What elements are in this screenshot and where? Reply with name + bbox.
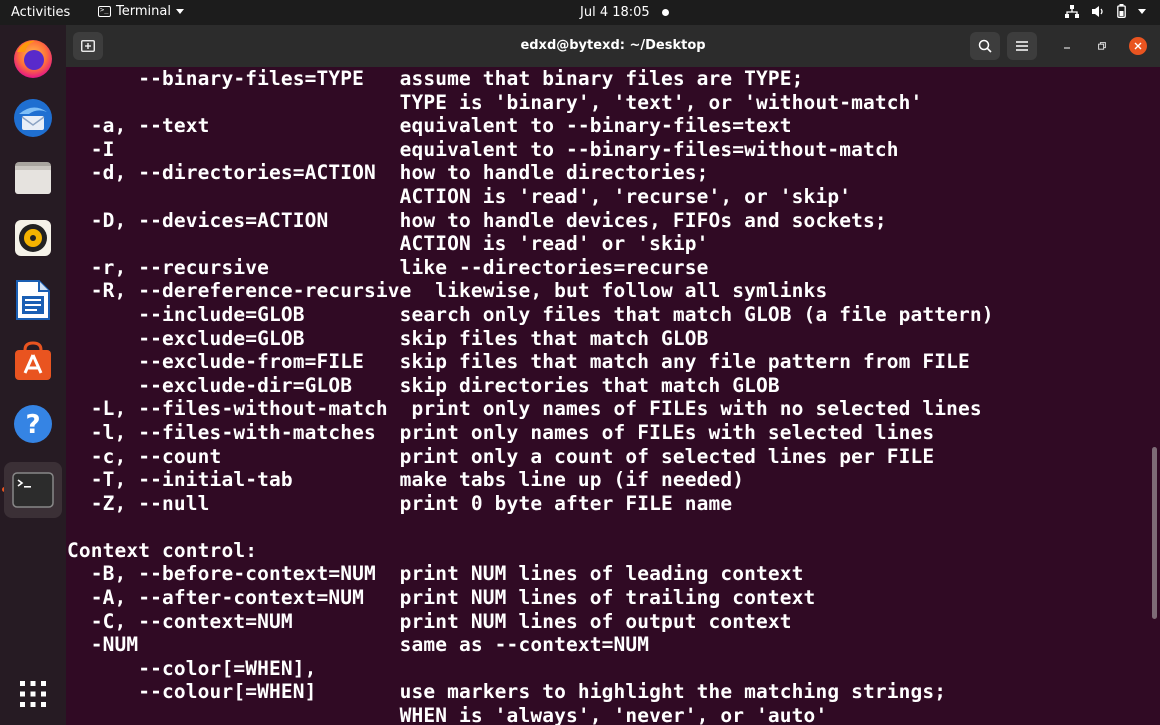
chevron-down-icon [175,9,184,14]
terminal-line: -NUM same as --context=NUM [67,633,650,657]
terminal-line: --exclude-from=FILE skip files that matc… [67,350,970,374]
firefox-icon [14,40,52,78]
search-icon [978,39,992,53]
terminal-line: -T, --initial-tab make tabs line up (if … [67,468,745,492]
system-menu-chevron-icon [1138,8,1146,14]
svg-text:?: ? [25,410,40,440]
clock[interactable]: Jul 4 18:05 [580,5,669,20]
minimize-icon [1064,47,1070,49]
system-tray[interactable] [1065,4,1146,18]
dock-rhythmbox[interactable] [8,213,58,263]
restore-icon [1098,42,1106,50]
terminal-line: -L, --files-without-match print only nam… [67,397,982,421]
close-icon [1134,42,1142,50]
terminal-line: --exclude-dir=GLOB skip directories that… [67,373,780,397]
terminal-line: -d, --directories=ACTION how to handle d… [67,161,709,185]
terminal-line: -C, --context=NUM print NUM lines of out… [67,609,792,633]
software-store-icon [15,341,51,380]
dock: ? [0,25,66,725]
terminal-line: -a, --text equivalent to --binary-files=… [67,114,792,138]
terminal-line: -A, --after-context=NUM print NUM lines … [67,586,816,610]
app-grid-icon [20,681,46,707]
terminal-line: --color[=WHEN], [67,656,317,680]
terminal-line: TYPE is 'binary', 'text', or 'without-ma… [67,90,923,114]
dock-help[interactable]: ? [8,399,58,449]
minimize-button[interactable] [1058,37,1076,55]
dock-thunderbird[interactable] [8,93,58,143]
maximize-button[interactable] [1093,37,1111,55]
hamburger-menu-icon [1016,41,1028,51]
writer-icon [16,280,50,320]
files-icon [15,162,51,194]
battery-icon [1117,4,1126,18]
terminal-app-icon: >_ [98,6,111,17]
terminal-line: ACTION is 'read', 'recurse', or 'skip' [67,184,852,208]
volume-icon [1092,5,1103,17]
dock-ubuntu-software[interactable] [8,337,58,387]
dock-terminal[interactable] [4,462,62,518]
show-applications-button[interactable] [8,669,58,719]
notification-dot-icon [661,9,669,16]
terminal-line: --binary-files=TYPE assume that binary f… [67,67,804,90]
terminal-line: -c, --count print only a count of select… [67,444,935,468]
dock-firefox[interactable] [8,33,58,83]
app-menu-label: Terminal [116,4,171,19]
activities-button[interactable]: Activities [11,5,70,20]
terminal-output[interactable]: --binary-files=TYPE assume that binary f… [66,67,1160,725]
terminal-line: -I equivalent to --binary-files=without-… [67,137,899,161]
help-icon: ? [14,405,52,443]
terminal-line: --colour[=WHEN] use markers to highlight… [67,680,947,704]
menu-button[interactable] [1007,32,1037,60]
app-menu[interactable]: >_ Terminal [98,4,184,19]
terminal-line: -R, --dereference-recursive likewise, bu… [67,279,828,303]
terminal-line: -r, --recursive like --directories=recur… [67,255,709,279]
terminal-icon [12,472,54,508]
terminal-line: ACTION is 'read' or 'skip' [67,232,709,256]
clock-label: Jul 4 18:05 [580,5,650,20]
terminal-line: WHEN is 'always', 'never', or 'auto' [67,704,828,725]
close-button[interactable] [1129,37,1147,55]
terminal-line: -Z, --null print 0 byte after FILE name [67,491,733,515]
top-bar: Activities >_ Terminal Jul 4 18:05 [0,0,1160,25]
window-titlebar: edxd@bytexd: ~/Desktop [66,25,1160,67]
dock-files[interactable] [8,153,58,203]
search-button[interactable] [970,32,1000,60]
terminal-scrollbar[interactable] [1152,447,1157,619]
dock-libreoffice-writer[interactable] [8,275,58,325]
terminal-line: -B, --before-context=NUM print NUM lines… [67,562,804,586]
terminal-lines: --binary-files=TYPE assume that binary f… [67,67,994,725]
thunderbird-icon [14,99,52,137]
terminal-line: -l, --files-with-matches print only name… [67,420,935,444]
terminal-line: -D, --devices=ACTION how to handle devic… [67,208,887,232]
rhythmbox-icon [15,220,51,256]
terminal-line: Context control: [67,538,258,562]
terminal-line: --include=GLOB search only files that ma… [67,302,994,326]
terminal-line: --exclude=GLOB skip files that match GLO… [67,326,709,350]
network-icon [1065,4,1079,18]
